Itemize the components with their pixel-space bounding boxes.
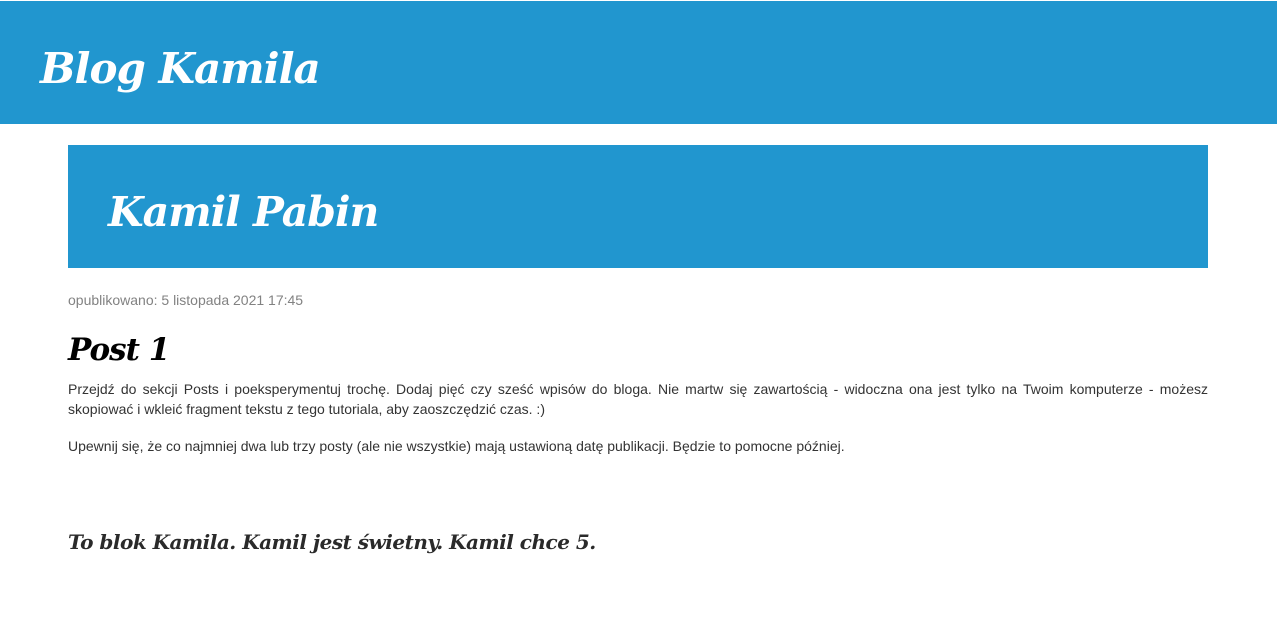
page-header: Blog Kamila xyxy=(0,1,1277,124)
author-name: Kamil Pabin xyxy=(108,188,379,236)
author-banner: Kamil Pabin xyxy=(68,145,1208,268)
main-content: Kamil Pabin opublikowano: 5 listopada 20… xyxy=(68,145,1208,554)
post-title[interactable]: Post 1 xyxy=(68,330,170,370)
post-paragraph: Przejdź do sekcji Posts i poeksperymentu… xyxy=(68,381,1208,417)
post-date: opublikowano: 5 listopada 2021 17:45 xyxy=(68,292,304,308)
site-title-link[interactable]: Blog Kamila xyxy=(40,39,321,99)
post-body: Przejdź do sekcji Posts i poeksperymentu… xyxy=(68,379,1208,473)
post-paragraph: Upewnij się, że co najmniej dwa lub trzy… xyxy=(68,438,845,454)
footer-text: To blok Kamila. Kamil jest świetny. Kami… xyxy=(68,530,596,554)
